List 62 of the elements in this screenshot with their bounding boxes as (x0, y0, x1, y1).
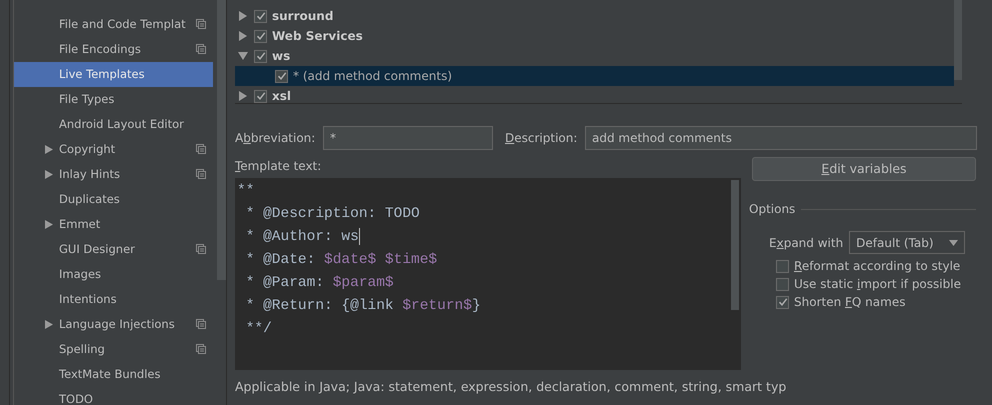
checkbox-label: Shorten FQ names (794, 294, 906, 311)
expand-arrow-icon[interactable] (238, 11, 249, 21)
sidebar-item[interactable]: File Types (14, 87, 213, 112)
sidebar-item[interactable]: Language Injections (14, 312, 213, 337)
scrollbar[interactable] (217, 0, 226, 280)
template-text-label: Template text: (235, 159, 322, 173)
applicable-contexts-text: Applicable in Java; Java: statement, expression, declaration, comment, string, smart typ (235, 378, 788, 396)
checkbox-label: Reformat according to style (794, 258, 960, 275)
code-line: * @Date: $date$ $time$ (244, 251, 438, 270)
sidebar-item[interactable]: Android Layout Editor (14, 112, 213, 137)
sidebar-item[interactable]: Duplicates (14, 187, 213, 212)
abbreviation-label: Abbreviation: (235, 130, 316, 147)
checkbox-label: Use static import if possible (794, 276, 961, 293)
expand-with-dropdown[interactable]: Default (Tab) (849, 231, 966, 254)
sidebar-item[interactable]: Emmet (14, 212, 213, 237)
checkbox[interactable] (254, 50, 267, 62)
dropdown-arrow-icon (949, 240, 958, 246)
expand-arrow-icon[interactable] (238, 31, 249, 41)
expand-with-label: Expand with (769, 234, 844, 252)
code-line: * @Description: TODO (244, 205, 421, 224)
sidebar-item[interactable]: TextMate Bundles (14, 362, 213, 387)
sidebar-item[interactable]: Spelling (14, 337, 213, 362)
checkbox[interactable] (776, 296, 789, 308)
scrollbar[interactable] (954, 0, 962, 80)
expand-arrow-icon[interactable] (238, 51, 249, 61)
template-group[interactable]: surround (272, 7, 334, 25)
scrollbar[interactable] (731, 180, 739, 310)
template-group[interactable]: Web Services (272, 27, 363, 45)
abbreviation-field[interactable]: * (323, 126, 493, 150)
expand-arrow-icon[interactable] (45, 320, 53, 329)
checkbox[interactable] (254, 90, 267, 102)
code-line: * @Return: {@link $return$} (244, 297, 482, 316)
checkbox[interactable] (275, 70, 288, 82)
expand-arrow-icon[interactable] (238, 91, 249, 101)
code-line: * @Param: $param$ (244, 274, 395, 293)
expand-arrow-icon[interactable] (45, 170, 53, 179)
edit-variables-button[interactable]: Edit variables (752, 157, 976, 181)
sidebar-item[interactable]: Copyright (14, 137, 213, 162)
code-line: **/ (244, 320, 273, 339)
sidebar-item[interactable]: Images (14, 262, 213, 287)
checkbox[interactable] (254, 10, 267, 22)
template-group[interactable]: xsl (272, 87, 291, 105)
sidebar-item[interactable]: File Encodings (14, 37, 213, 62)
code-line: * @Author: ws (244, 226, 362, 247)
template-item[interactable]: * (add method comments) (293, 67, 452, 85)
sidebar-item[interactable]: File and Code Templat (14, 12, 213, 37)
sidebar-item[interactable]: Inlay Hints (14, 162, 213, 187)
sidebar-item[interactable]: Intentions (14, 287, 213, 312)
sidebar-item[interactable]: GUI Designer (14, 237, 213, 262)
sidebar-item[interactable]: TODO (14, 387, 213, 405)
checkbox[interactable] (776, 260, 789, 272)
sidebar-item[interactable]: Live Templates (14, 62, 213, 87)
template-group[interactable]: ws (272, 47, 290, 65)
expand-arrow-icon[interactable] (45, 145, 53, 154)
checkbox[interactable] (776, 278, 789, 290)
expand-arrow-icon[interactable] (45, 220, 53, 229)
description-field[interactable]: add method comments (585, 126, 977, 150)
checkbox[interactable] (254, 30, 267, 42)
code-line: ** (236, 182, 256, 201)
description-label: Description: (505, 130, 578, 147)
template-editor[interactable]: ** * @Description: TODO * @Author: ws * @Date: $date$ $time$ * @Param: $param$ * @Return: {@link $return$} **/ (235, 178, 741, 370)
options-title: Options (749, 201, 796, 218)
